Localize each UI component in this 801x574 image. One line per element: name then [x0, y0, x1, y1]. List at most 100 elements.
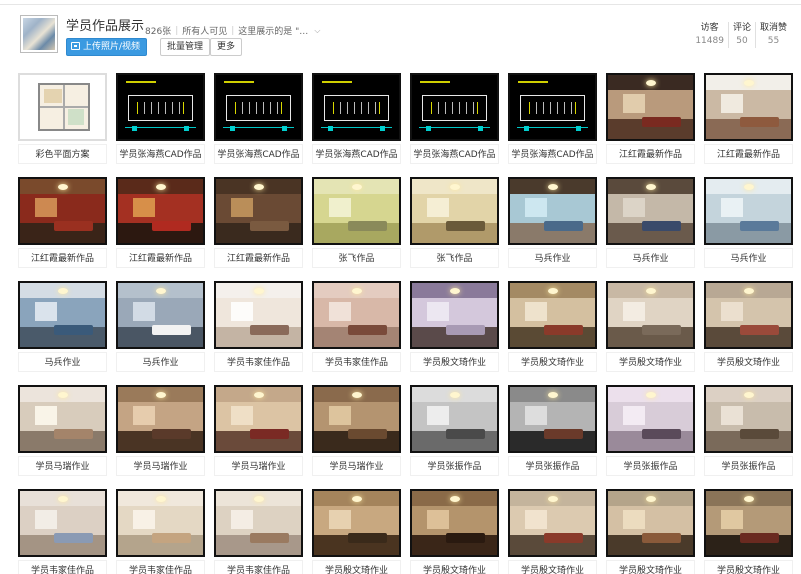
photo-card[interactable]: 学员韦家佳作品: [116, 489, 205, 574]
photo-thumbnail[interactable]: [116, 281, 205, 349]
photo-card[interactable]: 学员殷文琦作业: [508, 281, 597, 372]
photo-card[interactable]: 江红霞最新作品: [704, 73, 793, 164]
more-button[interactable]: 更多: [210, 38, 243, 56]
photo-card[interactable]: 马兵作业: [606, 177, 695, 268]
photo-caption[interactable]: 彩色平面方案: [18, 144, 107, 164]
photo-card[interactable]: 学员张振作品: [606, 385, 695, 476]
photo-caption[interactable]: 学员殷文琦作业: [606, 560, 695, 574]
photo-card[interactable]: 张飞作品: [312, 177, 401, 268]
photo-thumbnail[interactable]: [508, 177, 597, 245]
photo-thumbnail[interactable]: [606, 489, 695, 557]
photo-caption[interactable]: 江红霞最新作品: [704, 144, 793, 164]
photo-caption[interactable]: 江红霞最新作品: [214, 248, 303, 268]
photo-thumbnail[interactable]: [214, 489, 303, 557]
photo-card[interactable]: 学员张海燕CAD作品: [508, 73, 597, 164]
photo-thumbnail[interactable]: [410, 385, 499, 453]
photo-caption[interactable]: 学员张振作品: [508, 456, 597, 476]
photo-card[interactable]: 学员韦家佳作品: [312, 281, 401, 372]
photo-caption[interactable]: 学员张海燕CAD作品: [312, 144, 401, 164]
photo-caption[interactable]: 学员殷文琦作业: [410, 560, 499, 574]
photo-card[interactable]: 江红霞最新作品: [18, 177, 107, 268]
photo-thumbnail[interactable]: [18, 489, 107, 557]
photo-thumbnail[interactable]: [410, 489, 499, 557]
photo-card[interactable]: 学员马瑞作业: [18, 385, 107, 476]
photo-thumbnail[interactable]: [410, 177, 499, 245]
photo-caption[interactable]: 学员殷文琦作业: [704, 352, 793, 372]
photo-caption[interactable]: 学员殷文琦作业: [508, 560, 597, 574]
photo-card[interactable]: 学员韦家佳作品: [214, 281, 303, 372]
photo-caption[interactable]: 学员殷文琦作业: [704, 560, 793, 574]
photo-thumbnail[interactable]: [508, 385, 597, 453]
photo-thumbnail[interactable]: [312, 489, 401, 557]
photo-caption[interactable]: 学员韦家佳作品: [312, 352, 401, 372]
photo-thumbnail[interactable]: [18, 385, 107, 453]
photo-caption[interactable]: 张飞作品: [410, 248, 499, 268]
photo-card[interactable]: 学员殷文琦作业: [704, 489, 793, 574]
photo-thumbnail[interactable]: [704, 177, 793, 245]
album-cover[interactable]: [20, 15, 58, 53]
photo-thumbnail[interactable]: [214, 281, 303, 349]
photo-caption[interactable]: 马兵作业: [508, 248, 597, 268]
photo-caption[interactable]: 学员殷文琦作业: [410, 352, 499, 372]
photo-caption[interactable]: 学员殷文琦作业: [312, 560, 401, 574]
photo-thumbnail[interactable]: [312, 385, 401, 453]
photo-card[interactable]: 江红霞最新作品: [116, 177, 205, 268]
photo-thumbnail[interactable]: [18, 73, 107, 141]
photo-caption[interactable]: 学员韦家佳作品: [18, 560, 107, 574]
photo-thumbnail[interactable]: [704, 281, 793, 349]
photo-caption[interactable]: 学员张海燕CAD作品: [410, 144, 499, 164]
photo-caption[interactable]: 学员韦家佳作品: [116, 560, 205, 574]
photo-caption[interactable]: 学员张振作品: [410, 456, 499, 476]
photo-card[interactable]: 学员殷文琦作业: [508, 489, 597, 574]
photo-caption[interactable]: 马兵作业: [18, 352, 107, 372]
photo-caption[interactable]: 学员韦家佳作品: [214, 560, 303, 574]
photo-caption[interactable]: 学员马瑞作业: [214, 456, 303, 476]
photo-card[interactable]: 学员张海燕CAD作品: [214, 73, 303, 164]
photo-thumbnail[interactable]: [214, 177, 303, 245]
photo-card[interactable]: 学员张振作品: [410, 385, 499, 476]
photo-thumbnail[interactable]: [116, 489, 205, 557]
photo-caption[interactable]: 学员张海燕CAD作品: [508, 144, 597, 164]
upload-button[interactable]: 上传照片/视频: [66, 38, 148, 56]
photo-caption[interactable]: 学员马瑞作业: [116, 456, 205, 476]
photo-card[interactable]: 学员马瑞作业: [312, 385, 401, 476]
photo-caption[interactable]: 张飞作品: [312, 248, 401, 268]
photo-caption[interactable]: 马兵作业: [704, 248, 793, 268]
photo-thumbnail[interactable]: [606, 177, 695, 245]
photo-thumbnail[interactable]: [18, 177, 107, 245]
batch-manage-button[interactable]: 批量管理: [160, 38, 211, 56]
photo-caption[interactable]: 学员张海燕CAD作品: [116, 144, 205, 164]
visibility-label[interactable]: 所有人可见: [182, 24, 227, 37]
photo-card[interactable]: 江红霞最新作品: [214, 177, 303, 268]
photo-card[interactable]: 马兵作业: [18, 281, 107, 372]
photo-thumbnail[interactable]: [704, 385, 793, 453]
photo-thumbnail[interactable]: [214, 385, 303, 453]
photo-thumbnail[interactable]: [410, 281, 499, 349]
photo-thumbnail[interactable]: [606, 385, 695, 453]
photo-thumbnail[interactable]: [508, 489, 597, 557]
photo-caption[interactable]: 马兵作业: [116, 352, 205, 372]
photo-card[interactable]: 学员殷文琦作业: [606, 489, 695, 574]
photo-card[interactable]: 学员殷文琦作业: [606, 281, 695, 372]
photo-caption[interactable]: 学员马瑞作业: [18, 456, 107, 476]
photo-thumbnail[interactable]: [606, 73, 695, 141]
photo-card[interactable]: 学员张海燕CAD作品: [116, 73, 205, 164]
chevron-down-icon[interactable]: ⌵: [314, 26, 320, 36]
photo-thumbnail[interactable]: [312, 177, 401, 245]
photo-thumbnail[interactable]: [116, 177, 205, 245]
photo-thumbnail[interactable]: [116, 73, 205, 141]
photo-card[interactable]: 学员张海燕CAD作品: [410, 73, 499, 164]
photo-thumbnail[interactable]: [508, 73, 597, 141]
photo-caption[interactable]: 学员殷文琦作业: [508, 352, 597, 372]
photo-thumbnail[interactable]: [312, 73, 401, 141]
photo-caption[interactable]: 学员张振作品: [704, 456, 793, 476]
photo-card[interactable]: 学员殷文琦作业: [312, 489, 401, 574]
photo-thumbnail[interactable]: [312, 281, 401, 349]
photo-card[interactable]: 学员殷文琦作业: [704, 281, 793, 372]
photo-card[interactable]: 学员韦家佳作品: [18, 489, 107, 574]
photo-caption[interactable]: 马兵作业: [606, 248, 695, 268]
photo-card[interactable]: 张飞作品: [410, 177, 499, 268]
photo-card[interactable]: 学员马瑞作业: [214, 385, 303, 476]
photo-thumbnail[interactable]: [704, 73, 793, 141]
photo-card[interactable]: 彩色平面方案: [18, 73, 107, 164]
